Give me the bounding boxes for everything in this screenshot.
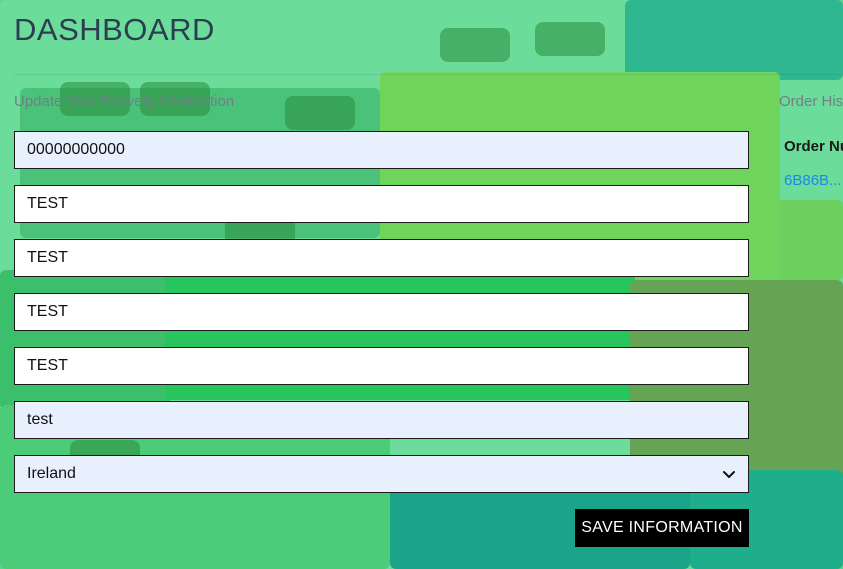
dashboard-content: DASHBOARD Update Your Delivery Informati… — [0, 0, 843, 569]
order-number-column-header: Order Nu — [784, 138, 843, 155]
county-field[interactable] — [14, 347, 749, 385]
title-divider — [14, 74, 843, 75]
phone-field[interactable] — [14, 131, 749, 169]
country-select[interactable]: Ireland — [14, 455, 749, 493]
delivery-section-heading: Update Your Delivery Information — [14, 93, 235, 110]
order-number-link[interactable]: 6B86B... — [784, 172, 842, 189]
order-history-heading: Order His — [779, 93, 843, 110]
country-select-value: Ireland — [27, 465, 76, 482]
chevron-down-icon — [722, 467, 736, 481]
address-line-1-field[interactable] — [14, 185, 749, 223]
city-field[interactable] — [14, 293, 749, 331]
postcode-field[interactable] — [14, 401, 749, 439]
page-title: DASHBOARD — [14, 12, 215, 47]
save-information-button[interactable]: SAVE INFORMATION — [575, 509, 749, 547]
address-line-2-field[interactable] — [14, 239, 749, 277]
